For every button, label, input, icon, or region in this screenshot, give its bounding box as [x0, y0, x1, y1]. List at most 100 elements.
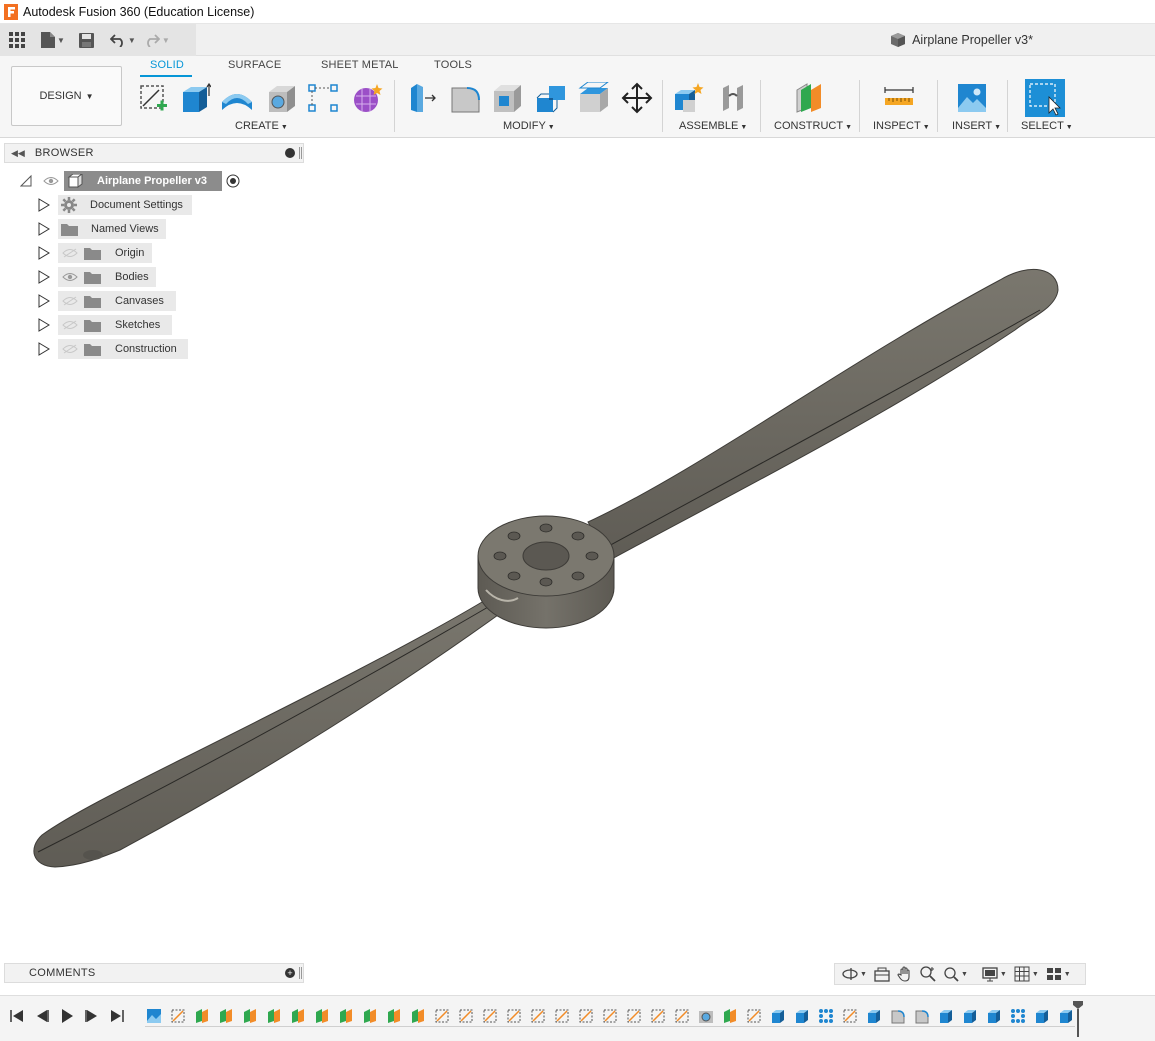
timeline-feature-plane-icon[interactable] — [410, 1008, 426, 1024]
timeline-feature-sketch-icon[interactable] — [674, 1008, 690, 1024]
tree-item-sketches[interactable]: Sketches — [0, 315, 260, 335]
tree-item-box[interactable]: Document Settings — [58, 195, 192, 215]
timeline-feature-plane-icon[interactable] — [722, 1008, 738, 1024]
fillet-button[interactable] — [448, 81, 482, 115]
redo-button[interactable]: ▼ — [144, 28, 170, 52]
offset-plane-button[interactable] — [792, 81, 826, 115]
eye-icon[interactable] — [43, 176, 59, 186]
tree-root-box[interactable]: Airplane Propeller v3 — [64, 171, 222, 191]
timeline-feature-plane-icon[interactable] — [290, 1008, 306, 1024]
tree-item-box[interactable]: Construction — [58, 339, 188, 359]
timeline-feature-plane-icon[interactable] — [218, 1008, 234, 1024]
tab-solid[interactable]: SOLID — [150, 59, 184, 71]
create-group-menu[interactable]: CREATE ▼ — [235, 120, 288, 132]
expand-triangle-icon[interactable] — [38, 246, 50, 260]
measure-button[interactable] — [882, 81, 916, 115]
tree-item-box[interactable]: Named Views — [58, 219, 166, 239]
create-sketch-button[interactable] — [136, 81, 170, 115]
tree-item-box[interactable]: Sketches — [58, 315, 172, 335]
modify-group-menu[interactable]: MODIFY ▼ — [503, 120, 555, 132]
fit-button[interactable]: ▼ — [943, 966, 968, 982]
new-component-button[interactable] — [672, 81, 706, 115]
minimize-panel-icon[interactable] — [285, 148, 295, 158]
comments-panel-header[interactable]: COMMENTS + — [4, 963, 304, 983]
save-button[interactable] — [78, 28, 94, 52]
step-back-icon[interactable] — [33, 1008, 51, 1024]
tab-sheet-metal[interactable]: SHEET METAL — [321, 59, 399, 71]
timeline-feature-pattern-icon[interactable] — [818, 1008, 834, 1024]
eye-hidden-icon[interactable] — [62, 344, 78, 354]
tab-surface[interactable]: SURFACE — [228, 59, 281, 71]
step-forward-icon[interactable] — [83, 1008, 101, 1024]
timeline-feature-plane-icon[interactable] — [338, 1008, 354, 1024]
select-button[interactable] — [1025, 79, 1065, 117]
timeline-feature-sketch-icon[interactable] — [434, 1008, 450, 1024]
timeline-feature-extrude-icon[interactable] — [770, 1008, 786, 1024]
timeline-feature-plane-icon[interactable] — [242, 1008, 258, 1024]
eye-icon[interactable] — [62, 272, 78, 282]
timeline-feature-pattern-icon[interactable] — [1010, 1008, 1026, 1024]
propeller-model[interactable] — [33, 268, 1059, 868]
timeline-feature-extrude-icon[interactable] — [962, 1008, 978, 1024]
tree-item-named-views[interactable]: Named Views — [0, 219, 260, 239]
workspace-switcher[interactable]: DESIGN ▼ — [11, 66, 122, 126]
insert-group-menu[interactable]: INSERT ▼ — [952, 120, 1001, 132]
timeline-feature-sketch-icon[interactable] — [650, 1008, 666, 1024]
go-to-end-icon[interactable] — [108, 1008, 126, 1024]
combine-button[interactable] — [534, 81, 568, 115]
expand-triangle-icon[interactable] — [38, 294, 50, 308]
tree-item-bodies[interactable]: Bodies — [0, 267, 260, 287]
display-settings-button[interactable]: ▼ — [982, 966, 1007, 982]
play-icon[interactable] — [58, 1008, 76, 1024]
tree-item-box[interactable]: Canvases — [58, 291, 176, 311]
propeller-blade-lower[interactable] — [33, 595, 506, 868]
press-pull-button[interactable] — [404, 81, 438, 115]
timeline-feature-sketch-icon[interactable] — [482, 1008, 498, 1024]
pan-button[interactable] — [897, 966, 913, 982]
timeline-feature-sketch-icon[interactable] — [554, 1008, 570, 1024]
timeline-feature-extrude-icon[interactable] — [1034, 1008, 1050, 1024]
expand-triangle-icon[interactable] — [38, 270, 50, 284]
timeline-feature-plane-icon[interactable] — [194, 1008, 210, 1024]
data-panel-button[interactable] — [9, 28, 25, 52]
tree-item-box[interactable]: Origin — [58, 243, 152, 263]
panel-grip-icon[interactable] — [299, 967, 302, 979]
document-tab[interactable]: Airplane Propeller v3* — [890, 32, 1033, 48]
timeline-feature-plane-icon[interactable] — [386, 1008, 402, 1024]
timeline-feature-hole-icon[interactable] — [698, 1008, 714, 1024]
tree-root-row[interactable]: Airplane Propeller v3 — [0, 171, 260, 191]
tree-item-canvases[interactable]: Canvases — [0, 291, 260, 311]
timeline-feature-sketch-icon[interactable] — [626, 1008, 642, 1024]
collapse-panel-icon[interactable]: ◀◀ — [11, 148, 25, 159]
offset-face-button[interactable] — [577, 81, 611, 115]
zoom-button[interactable] — [920, 966, 936, 982]
expand-triangle-icon[interactable] — [38, 318, 50, 332]
timeline-feature-extrude-icon[interactable] — [938, 1008, 954, 1024]
timeline-feature-image-icon[interactable] — [146, 1008, 162, 1024]
go-to-start-icon[interactable] — [8, 1008, 26, 1024]
tree-item-construction[interactable]: Construction — [0, 339, 260, 359]
timeline-feature-extrude-icon[interactable] — [986, 1008, 1002, 1024]
revolve-button[interactable] — [220, 81, 254, 115]
inspect-group-menu[interactable]: INSPECT ▼ — [873, 120, 930, 132]
insert-image-button[interactable] — [955, 81, 989, 115]
timeline-feature-fillet-icon[interactable] — [914, 1008, 930, 1024]
grid-settings-button[interactable]: ▼ — [1014, 966, 1039, 982]
move-copy-button[interactable] — [620, 81, 654, 115]
add-comment-icon[interactable]: + — [285, 968, 295, 978]
expand-triangle-icon[interactable] — [38, 222, 50, 236]
orbit-button[interactable]: ▼ — [842, 966, 867, 982]
timeline-feature-sketch-icon[interactable] — [578, 1008, 594, 1024]
browser-panel-header[interactable]: ◀◀ BROWSER — [4, 143, 304, 163]
hole-button[interactable] — [264, 81, 298, 115]
tab-tools[interactable]: TOOLS — [434, 59, 472, 71]
tree-item-origin[interactable]: Origin — [0, 243, 260, 263]
joint-button[interactable] — [716, 81, 750, 115]
timeline-feature-extrude-icon[interactable] — [866, 1008, 882, 1024]
timeline-feature-plane-icon[interactable] — [266, 1008, 282, 1024]
eye-hidden-icon[interactable] — [62, 320, 78, 330]
assemble-group-menu[interactable]: ASSEMBLE ▼ — [679, 120, 747, 132]
expand-triangle-icon[interactable] — [38, 198, 50, 212]
timeline-feature-sketch-icon[interactable] — [458, 1008, 474, 1024]
select-group-menu[interactable]: SELECT ▼ — [1021, 120, 1073, 132]
